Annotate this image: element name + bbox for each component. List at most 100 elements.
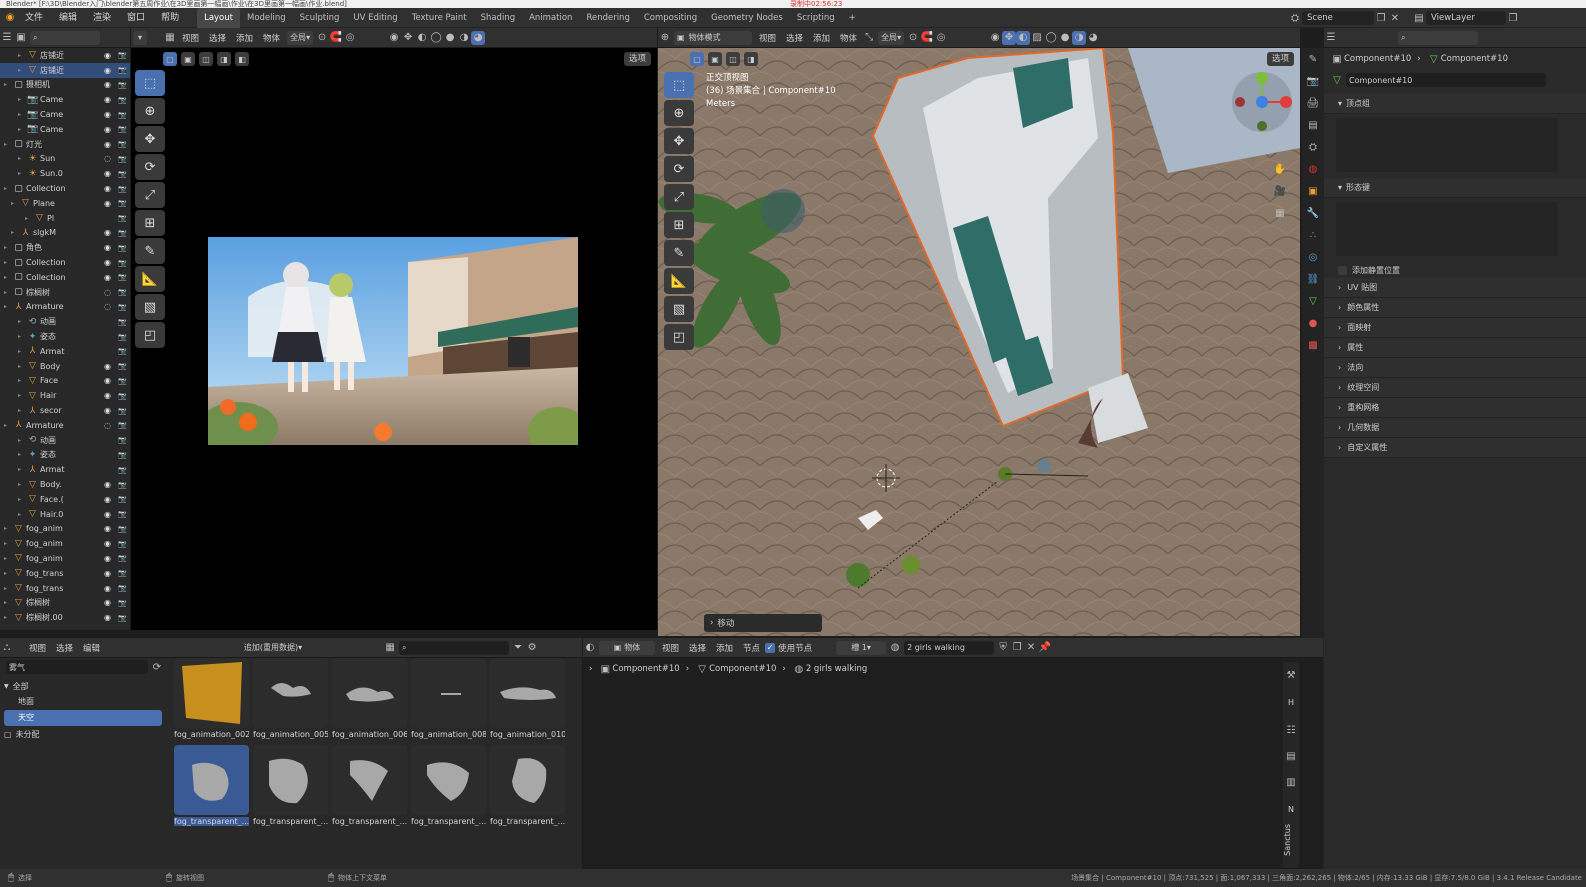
transform-tool[interactable]: ⊞	[135, 210, 165, 236]
select-new-icon[interactable]: ▢	[163, 52, 177, 66]
render-camera-icon[interactable]: 📷	[115, 377, 130, 385]
render-options-button[interactable]: 选项	[623, 52, 651, 66]
outliner-row[interactable]: ▸ ⅄ Armature ◌ 📷	[0, 300, 130, 315]
expand-chevron-icon[interactable]: ▸	[4, 303, 13, 310]
camera-view-icon[interactable]: 🎥	[1273, 184, 1287, 198]
vp-gizmo-icon[interactable]: ✥	[1002, 30, 1017, 45]
visibility-eye-icon[interactable]: ◉	[100, 539, 115, 548]
expand-chevron-icon[interactable]: ▸	[4, 274, 13, 281]
editor-type-icon[interactable]: ☰	[0, 31, 14, 45]
world-tab-icon[interactable]: ◍	[1306, 162, 1320, 176]
outliner-row[interactable]: ▸ ▢ Collection ◉ 📷	[0, 270, 130, 285]
expand-chevron-icon[interactable]: ▸	[18, 392, 27, 399]
header-menu-item[interactable]: 编辑	[78, 642, 105, 654]
vp-shading-wire-icon[interactable]: ◯	[1044, 31, 1058, 45]
outliner-row[interactable]: ▸ ▢ Collection ◉ 📷	[0, 181, 130, 196]
menu-item[interactable]: 帮助	[153, 8, 187, 28]
vp-scale-tool[interactable]: ⤢	[664, 184, 694, 210]
shading-material-icon[interactable]: ◑	[457, 31, 471, 45]
header-menu-item[interactable]: 添加	[231, 32, 258, 44]
workspace-tab[interactable]: Layout	[197, 7, 240, 28]
visibility-eye-icon[interactable]: ◉	[100, 95, 115, 104]
expand-chevron-icon[interactable]: ▸	[18, 481, 27, 488]
expand-chevron-icon[interactable]: ▸	[18, 363, 27, 370]
vp-xray-icon[interactable]: ▨	[1030, 31, 1044, 45]
visibility-eye-icon[interactable]: ◉	[100, 406, 115, 415]
outliner-row[interactable]: ▸ ▽ 店铺近 ◉ 📷	[0, 48, 130, 63]
rotate-tool[interactable]: ⟳	[135, 154, 165, 180]
vp-transform-orientation[interactable]: 全局 ▾	[878, 30, 905, 45]
asset-search-field[interactable]: ⌕	[399, 640, 510, 655]
render-camera-icon[interactable]: 📷	[115, 140, 130, 148]
property-section-collapsed[interactable]: › 属性	[1324, 338, 1586, 358]
vp-annotate-tool[interactable]: ✎	[664, 240, 694, 266]
property-section-header[interactable]: ▾ 顶点组	[1324, 94, 1586, 114]
property-section-collapsed[interactable]: › 颜色属性	[1324, 298, 1586, 318]
snap-icon[interactable]: 🧲	[329, 31, 343, 45]
header-menu-item[interactable]: 选择	[204, 32, 231, 44]
header-menu-item[interactable]: 物体	[258, 32, 285, 44]
outliner-row[interactable]: ▸ 📷 Came ◉ 📷	[0, 92, 130, 107]
render-camera-icon[interactable]: 📷	[115, 466, 130, 474]
slot-dropdown[interactable]: 槽 1 ▾	[836, 640, 887, 655]
property-section-collapsed[interactable]: › UV 贴图	[1324, 278, 1586, 298]
viewlayer-selector[interactable]: ViewLayer	[1426, 11, 1506, 25]
material-name-field[interactable]: 2 girls walking	[904, 640, 995, 655]
render-camera-icon[interactable]: 📷	[115, 451, 130, 459]
outliner-row[interactable]: ▸ ▽ Plane ◉ 📷	[0, 196, 130, 211]
asset-tile[interactable]: fog_transparent_...	[253, 745, 328, 827]
node-sidebar-tab[interactable]: Sanctus	[1283, 824, 1292, 856]
data-tab-icon[interactable]: ▽	[1306, 294, 1320, 308]
node-options-icon[interactable]: ☷	[1284, 723, 1298, 737]
visibility-eye-icon[interactable]: ◉	[100, 169, 115, 178]
node-editor-type-icon[interactable]: ◐	[583, 641, 597, 655]
cursor-tool[interactable]: ⊕	[135, 98, 165, 124]
expand-chevron-icon[interactable]: ▸	[4, 141, 13, 148]
select-intersect-icon[interactable]: ◧	[235, 52, 249, 66]
scale-tool[interactable]: ⤢	[135, 182, 165, 208]
visibility-eye-icon[interactable]: ◌	[100, 288, 115, 297]
visibility-eye-icon[interactable]: ◉	[100, 495, 115, 504]
asset-tile[interactable]: fog_transparent_...	[490, 745, 565, 827]
expand-chevron-icon[interactable]: ▸	[18, 451, 27, 458]
header-menu-item[interactable]: 选择	[781, 32, 808, 44]
render-camera-icon[interactable]: 📷	[115, 170, 130, 178]
visibility-eye-icon[interactable]: ◉	[100, 66, 115, 75]
visibility-eye-icon[interactable]: ◉	[100, 228, 115, 237]
outliner-row[interactable]: ▸ ▢ 摄相机 ◉ 📷	[0, 78, 130, 93]
render-camera-icon[interactable]: 📷	[115, 244, 130, 252]
vp-transform-tool[interactable]: ⊞	[664, 212, 694, 238]
particles-tab-icon[interactable]: ∴	[1306, 228, 1320, 242]
render-camera-icon[interactable]: 📷	[115, 347, 130, 355]
scene-selector[interactable]: Scene	[1302, 11, 1374, 25]
render-camera-icon[interactable]: 📷	[115, 481, 130, 489]
viewport-editor-type-icon[interactable]: ⊕	[658, 31, 672, 45]
outliner-row[interactable]: ▸ ▽ fog_anim ◉ 📷	[0, 522, 130, 537]
vp-options-button[interactable]: 选项	[1266, 52, 1294, 66]
visibility-eye-icon[interactable]: ◉	[100, 362, 115, 371]
extra-tool[interactable]: ◰	[135, 322, 165, 348]
outliner-row[interactable]: ▸ ▽ Face.(◉ 📷	[0, 492, 130, 507]
mode-dropdown[interactable]: ▣ 物体模式	[674, 30, 752, 45]
workspace-tab[interactable]: Compositing	[637, 8, 704, 28]
fake-user-icon[interactable]: ⛨	[996, 641, 1010, 655]
pivot-icon[interactable]: ⊙	[315, 31, 329, 45]
vp-measure-tool[interactable]: 📐	[664, 268, 694, 294]
render-camera-icon[interactable]: 📷	[115, 259, 130, 267]
expand-chevron-icon[interactable]: ▸	[25, 215, 34, 222]
workspace-tab[interactable]: Animation	[522, 8, 579, 28]
render-camera-icon[interactable]: 📷	[115, 229, 130, 237]
render-camera-icon[interactable]: 📷	[115, 525, 130, 533]
render-camera-icon[interactable]: 📷	[115, 111, 130, 119]
outliner-row[interactable]: ▸ ▽ Hair ◉ 📷	[0, 388, 130, 403]
display-mode-icon[interactable]: ▣	[14, 31, 28, 45]
ortho-toggle-icon[interactable]: ▦	[1273, 206, 1287, 220]
asset-tile[interactable]: fog_animation_002	[174, 658, 249, 740]
render-camera-icon[interactable]: 📷	[115, 540, 130, 548]
outliner-row[interactable]: ▸ ▢ 灯光 ◉ 📷	[0, 137, 130, 152]
expand-chevron-icon[interactable]: ▸	[18, 155, 27, 162]
expand-chevron-icon[interactable]: ▸	[18, 348, 27, 355]
visibility-eye-icon[interactable]: ◉	[100, 524, 115, 533]
expand-chevron-icon[interactable]: ▸	[18, 496, 27, 503]
tool-tab-icon[interactable]: ✎	[1306, 52, 1320, 66]
